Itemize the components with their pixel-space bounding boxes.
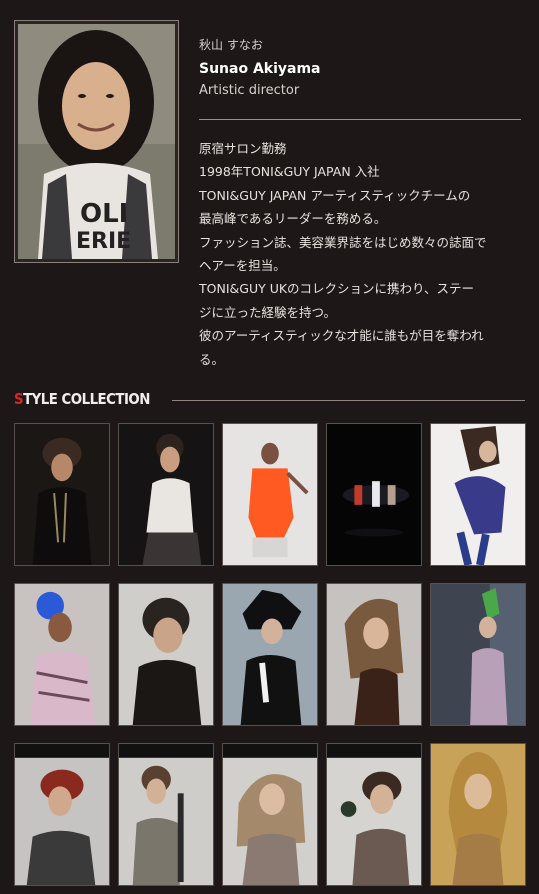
style-thumbnail[interactable]: [222, 583, 318, 726]
portrait-image: OLI ERIE: [18, 24, 175, 259]
title-accent-letter: S: [14, 390, 24, 408]
style-thumbnail[interactable]: [118, 583, 214, 726]
name-japanese: 秋山 すなお: [199, 38, 263, 52]
profile-bio: 原宿サロン勤務 1998年TONI&GUY JAPAN 入社 TONI&GUY …: [199, 137, 524, 371]
title-rest: TYLE COLLECTION: [23, 390, 150, 408]
style-thumbnail[interactable]: [118, 423, 214, 566]
bio-line: ヘアーを担当。: [199, 258, 286, 274]
style-thumbnail[interactable]: [222, 423, 318, 566]
profile-section: OLI ERIE 秋山 すなお Sunao Akiyama Artistic d…: [0, 0, 539, 380]
style-thumbnail[interactable]: [14, 743, 110, 886]
bio-line: TONI&GUY UKのコレクションに携わり、ステー: [199, 281, 475, 297]
name-english: Sunao Akiyama: [199, 61, 321, 77]
style-collection-title: STYLE COLLECTION: [14, 390, 150, 408]
profile-portrait: OLI ERIE: [14, 20, 179, 263]
profile-divider: [199, 119, 521, 120]
bio-line: 原宿サロン勤務: [199, 141, 287, 156]
style-thumbnail[interactable]: [430, 583, 526, 726]
style-thumbnail[interactable]: [326, 743, 422, 886]
style-thumbnail[interactable]: [326, 423, 422, 566]
profile-info: 秋山 すなお Sunao Akiyama Artistic director: [199, 36, 524, 100]
style-thumbnail[interactable]: [14, 583, 110, 726]
style-thumbnail[interactable]: [430, 743, 526, 886]
svg-text:OLI: OLI: [80, 199, 128, 229]
job-title: Artistic director: [199, 83, 300, 98]
section-rule: [172, 400, 525, 401]
style-thumbnail[interactable]: [14, 423, 110, 566]
bio-line: る。: [199, 351, 225, 367]
bio-line: 1998年TONI&GUY JAPAN 入社: [199, 164, 380, 180]
bio-line: ファッション誌、美容業界誌をはじめ数々の誌面で: [199, 234, 487, 250]
bio-line: 彼のアーティスティックな才能に誰もが目を奪われ: [199, 328, 484, 344]
bio-line: TONI&GUY JAPAN アーティスティックチームの: [199, 187, 471, 203]
svg-text:ERIE: ERIE: [76, 229, 131, 254]
style-thumbnail[interactable]: [222, 743, 318, 886]
style-thumbnail[interactable]: [118, 743, 214, 886]
style-thumbnail[interactable]: [430, 423, 526, 566]
style-thumbnail[interactable]: [326, 583, 422, 726]
bio-line: 最高峰であるリーダーを務める。: [199, 211, 387, 227]
bio-line: ジに立った経験を持つ。: [199, 304, 337, 320]
style-collection-header: STYLE COLLECTION: [14, 390, 525, 412]
